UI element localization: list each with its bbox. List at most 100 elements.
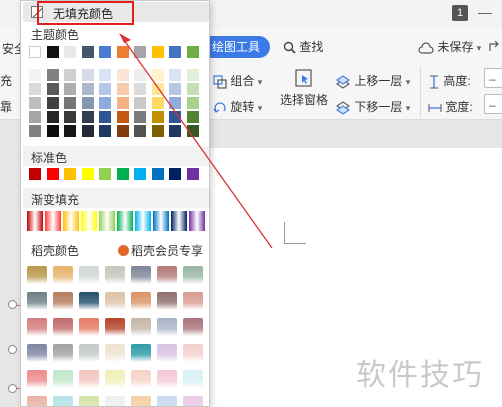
theme-tint-swatch[interactable] bbox=[99, 125, 111, 137]
gradient-fill-swatch[interactable] bbox=[81, 211, 97, 231]
theme-color-swatch[interactable] bbox=[151, 46, 164, 58]
gradient-fill-swatch[interactable] bbox=[153, 211, 169, 231]
selection-pane-button[interactable]: 选择窗格 bbox=[276, 68, 332, 108]
docer-color-tile[interactable] bbox=[105, 292, 125, 310]
standard-color-swatch[interactable] bbox=[116, 168, 129, 180]
standard-color-swatch[interactable] bbox=[81, 168, 94, 180]
theme-tint-swatch[interactable] bbox=[64, 83, 76, 95]
docer-color-tile[interactable] bbox=[53, 370, 73, 388]
standard-color-swatch[interactable] bbox=[134, 168, 146, 180]
gradient-fill-swatch[interactable] bbox=[99, 211, 115, 231]
theme-tint-swatch[interactable] bbox=[46, 97, 59, 109]
theme-tint-swatch[interactable] bbox=[46, 83, 59, 95]
ribbon-label-fill[interactable]: 充 bbox=[0, 72, 12, 89]
resize-handle[interactable] bbox=[8, 384, 17, 393]
theme-color-swatch[interactable] bbox=[99, 46, 111, 58]
theme-tint-swatch[interactable] bbox=[116, 97, 129, 109]
docer-color-tile[interactable] bbox=[131, 370, 151, 388]
theme-tint-swatch[interactable] bbox=[151, 111, 164, 123]
docer-color-tile[interactable] bbox=[27, 266, 47, 284]
docer-color-tile[interactable] bbox=[131, 266, 151, 284]
docer-color-tile[interactable] bbox=[157, 344, 177, 362]
standard-color-swatch[interactable] bbox=[151, 168, 164, 180]
theme-tint-swatch[interactable] bbox=[99, 111, 111, 123]
theme-tint-swatch[interactable] bbox=[64, 69, 76, 81]
height-input[interactable]: – bbox=[484, 68, 502, 88]
docer-color-tile[interactable] bbox=[27, 318, 47, 336]
docer-color-tile[interactable] bbox=[183, 370, 203, 388]
standard-color-swatch[interactable] bbox=[99, 168, 111, 180]
unsaved-status[interactable]: 未保存 ▾ bbox=[418, 38, 481, 55]
theme-color-swatch[interactable] bbox=[81, 46, 94, 58]
gradient-fill-swatch[interactable] bbox=[45, 211, 61, 231]
gradient-fill-swatch[interactable] bbox=[189, 211, 205, 231]
theme-tint-swatch[interactable] bbox=[81, 111, 94, 123]
docer-color-tile[interactable] bbox=[79, 396, 99, 406]
docer-color-tile[interactable] bbox=[105, 318, 125, 336]
docer-color-tile[interactable] bbox=[105, 266, 125, 284]
docer-color-tile[interactable] bbox=[157, 370, 177, 388]
standard-color-swatch[interactable] bbox=[64, 168, 76, 180]
find-button[interactable]: 查找 bbox=[283, 38, 323, 55]
gradient-fill-swatch[interactable] bbox=[117, 211, 133, 231]
docer-color-tile[interactable] bbox=[131, 292, 151, 310]
standard-color-swatch[interactable] bbox=[46, 168, 59, 180]
docer-color-tile[interactable] bbox=[183, 344, 203, 362]
theme-color-swatch[interactable] bbox=[64, 46, 76, 58]
theme-tint-swatch[interactable] bbox=[29, 69, 41, 81]
theme-tint-swatch[interactable] bbox=[116, 111, 129, 123]
theme-tint-swatch[interactable] bbox=[29, 111, 41, 123]
docer-color-tile[interactable] bbox=[105, 370, 125, 388]
docer-color-tile[interactable] bbox=[79, 266, 99, 284]
window-count-badge[interactable]: 1 bbox=[452, 5, 468, 21]
theme-tint-swatch[interactable] bbox=[116, 83, 129, 95]
docer-color-tile[interactable] bbox=[79, 292, 99, 310]
theme-tint-swatch[interactable] bbox=[29, 125, 41, 137]
docer-color-tile[interactable] bbox=[27, 396, 47, 406]
theme-tint-swatch[interactable] bbox=[134, 83, 146, 95]
docer-color-tile[interactable] bbox=[27, 344, 47, 362]
theme-tint-swatch[interactable] bbox=[169, 125, 181, 137]
ribbon-label-align[interactable]: 靠 bbox=[0, 98, 12, 115]
theme-tint-swatch[interactable] bbox=[186, 69, 199, 81]
theme-tint-swatch[interactable] bbox=[46, 125, 59, 137]
theme-tint-swatch[interactable] bbox=[64, 125, 76, 137]
docer-color-tile[interactable] bbox=[105, 344, 125, 362]
theme-tint-swatch[interactable] bbox=[81, 125, 94, 137]
send-backward-button[interactable]: 下移一层 ▾ bbox=[335, 98, 410, 115]
docer-color-tile[interactable] bbox=[131, 318, 151, 336]
theme-tint-swatch[interactable] bbox=[81, 97, 94, 109]
theme-tint-swatch[interactable] bbox=[169, 69, 181, 81]
theme-tint-swatch[interactable] bbox=[151, 83, 164, 95]
theme-tint-swatch[interactable] bbox=[134, 97, 146, 109]
theme-color-swatch[interactable] bbox=[186, 46, 199, 58]
theme-color-swatch[interactable] bbox=[134, 46, 146, 58]
docer-vip-link[interactable]: 稻壳会员专享 bbox=[118, 242, 203, 259]
docer-color-tile[interactable] bbox=[27, 370, 47, 388]
theme-tint-swatch[interactable] bbox=[151, 125, 164, 137]
docer-color-tile[interactable] bbox=[157, 318, 177, 336]
theme-tint-swatch[interactable] bbox=[134, 111, 146, 123]
theme-tint-swatch[interactable] bbox=[46, 69, 59, 81]
docer-color-tile[interactable] bbox=[53, 266, 73, 284]
docer-color-tile[interactable] bbox=[53, 292, 73, 310]
theme-tint-swatch[interactable] bbox=[186, 83, 199, 95]
theme-tint-swatch[interactable] bbox=[169, 111, 181, 123]
theme-tint-swatch[interactable] bbox=[186, 111, 199, 123]
theme-tint-swatch[interactable] bbox=[186, 125, 199, 137]
theme-tint-swatch[interactable] bbox=[64, 97, 76, 109]
docer-color-tile[interactable] bbox=[183, 292, 203, 310]
docer-color-tile[interactable] bbox=[79, 344, 99, 362]
theme-tint-swatch[interactable] bbox=[81, 83, 94, 95]
theme-tint-swatch[interactable] bbox=[99, 97, 111, 109]
docer-color-tile[interactable] bbox=[79, 370, 99, 388]
theme-tint-swatch[interactable] bbox=[99, 83, 111, 95]
theme-tint-swatch[interactable] bbox=[134, 69, 146, 81]
theme-tint-swatch[interactable] bbox=[81, 69, 94, 81]
theme-tint-swatch[interactable] bbox=[29, 83, 41, 95]
theme-color-swatch[interactable] bbox=[169, 46, 181, 58]
gradient-fill-swatch[interactable] bbox=[27, 211, 43, 231]
gradient-fill-swatch[interactable] bbox=[63, 211, 79, 231]
tab-drawing-tools[interactable]: 绘图工具 bbox=[200, 36, 271, 58]
share-icon[interactable] bbox=[488, 38, 502, 52]
